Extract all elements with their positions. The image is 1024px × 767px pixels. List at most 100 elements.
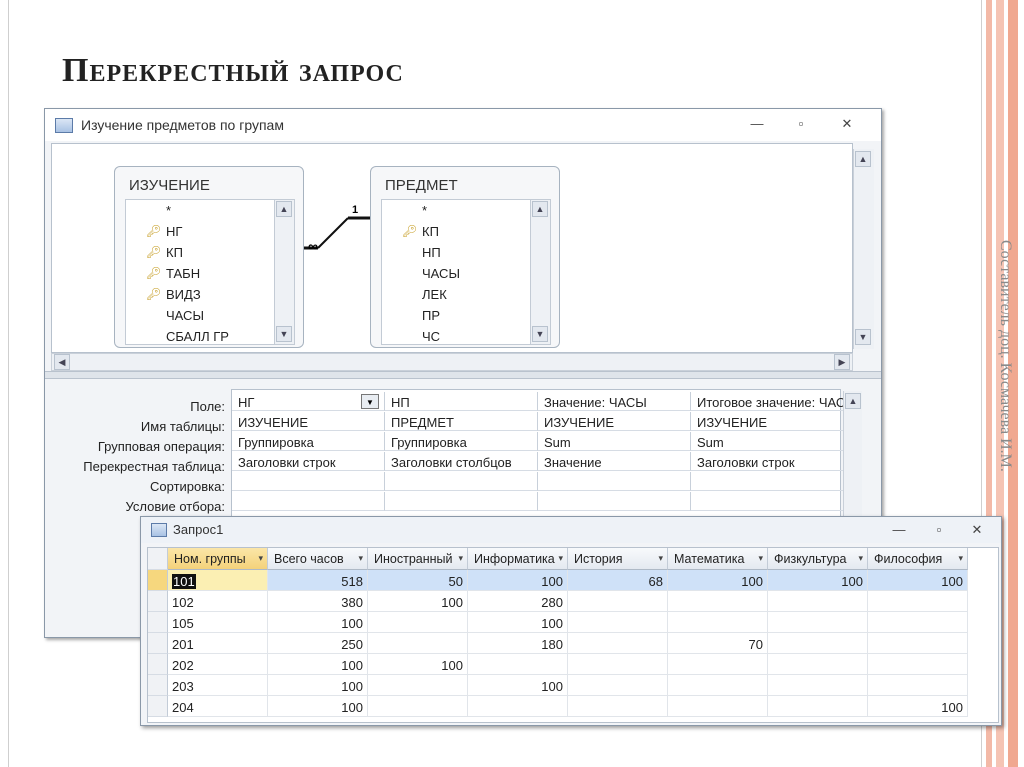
- table-cell[interactable]: [868, 633, 968, 654]
- field-item[interactable]: НП: [422, 245, 441, 260]
- column-header[interactable]: Математика ▾: [668, 548, 768, 570]
- scroll-up-icon[interactable]: ▲: [845, 393, 861, 409]
- table-cell[interactable]: 100: [468, 570, 568, 591]
- row-selector[interactable]: [148, 675, 168, 696]
- minimize-button[interactable]: —: [747, 115, 767, 133]
- grid-cell[interactable]: [691, 472, 844, 491]
- close-button[interactable]: ✕: [967, 521, 987, 539]
- table-cell[interactable]: [868, 612, 968, 633]
- table-cell[interactable]: 203: [168, 675, 268, 696]
- grid-cell[interactable]: Значение: ЧАСЫ: [538, 392, 691, 411]
- grid-cell[interactable]: Заголовки столбцов: [385, 452, 538, 471]
- grid-cell[interactable]: ПРЕДМЕТ: [385, 412, 538, 431]
- field-list-scrollbar[interactable]: ▲ ▼: [275, 199, 295, 345]
- table-cell[interactable]: 70: [668, 633, 768, 654]
- table-cell[interactable]: 50: [368, 570, 468, 591]
- table-cell[interactable]: 280: [468, 591, 568, 612]
- table-cell[interactable]: [568, 591, 668, 612]
- table-cell[interactable]: 204: [168, 696, 268, 717]
- row-selector[interactable]: [148, 633, 168, 654]
- scroll-up-icon[interactable]: ▲: [855, 151, 871, 167]
- column-filter-arrow-icon[interactable]: ▾: [358, 553, 363, 564]
- table-cell[interactable]: [668, 612, 768, 633]
- grid-cell[interactable]: Группировка: [385, 432, 538, 451]
- column-header[interactable]: Иностранный ▾: [368, 548, 468, 570]
- table-cell[interactable]: [768, 696, 868, 717]
- grid-cell[interactable]: ИЗУЧЕНИЕ: [232, 412, 385, 431]
- column-header[interactable]: История ▾: [568, 548, 668, 570]
- table-cell[interactable]: [368, 612, 468, 633]
- grid-cell[interactable]: [232, 472, 385, 491]
- select-all-corner[interactable]: [148, 548, 168, 570]
- column-filter-arrow-icon[interactable]: ▾: [658, 553, 663, 564]
- grid-cell[interactable]: ИЗУЧЕНИЕ: [691, 412, 844, 431]
- table-cell[interactable]: 100: [768, 570, 868, 591]
- table-cell[interactable]: 100: [368, 654, 468, 675]
- table-cell[interactable]: 100: [268, 696, 368, 717]
- grid-cell[interactable]: Итоговое значение: ЧАСЫ: [691, 392, 844, 411]
- column-header[interactable]: Всего часов ▾: [268, 548, 368, 570]
- scroll-up-icon[interactable]: ▲: [276, 201, 292, 217]
- grid-cell[interactable]: [691, 492, 844, 511]
- field-item[interactable]: ЛЕК: [422, 287, 447, 302]
- table-cell[interactable]: 100: [268, 675, 368, 696]
- table-cell[interactable]: 100: [268, 612, 368, 633]
- diagram-horizontal-scrollbar[interactable]: ◀ ▶: [51, 353, 853, 371]
- table-cell[interactable]: [468, 696, 568, 717]
- diagram-vertical-scrollbar[interactable]: ▲ ▼: [853, 149, 874, 349]
- table-cell[interactable]: [768, 612, 868, 633]
- field-item[interactable]: ВИДЗ: [166, 287, 201, 302]
- table-cell[interactable]: [868, 654, 968, 675]
- table-cell[interactable]: 100: [868, 696, 968, 717]
- table-cell[interactable]: 180: [468, 633, 568, 654]
- table-cell[interactable]: [568, 654, 668, 675]
- table-cell[interactable]: 105: [168, 612, 268, 633]
- table-cell[interactable]: [568, 633, 668, 654]
- table-cell[interactable]: 100: [668, 570, 768, 591]
- table-cell[interactable]: [768, 654, 868, 675]
- table-cell[interactable]: [668, 675, 768, 696]
- table-cell[interactable]: [768, 633, 868, 654]
- table-cell[interactable]: 202: [168, 654, 268, 675]
- grid-cell[interactable]: [385, 492, 538, 511]
- column-filter-arrow-icon[interactable]: ▾: [858, 553, 863, 564]
- table-cell[interactable]: 100: [368, 591, 468, 612]
- table-cell[interactable]: 101: [168, 570, 268, 591]
- table-cell[interactable]: 380: [268, 591, 368, 612]
- table-cell[interactable]: 100: [868, 570, 968, 591]
- column-filter-arrow-icon[interactable]: ▾: [458, 553, 463, 564]
- column-header[interactable]: Ном. группы ▾: [168, 548, 268, 570]
- row-selector[interactable]: [148, 654, 168, 675]
- table-cell[interactable]: 201: [168, 633, 268, 654]
- grid-cell[interactable]: Группировка: [232, 432, 385, 451]
- grid-cell[interactable]: Заголовки строк: [232, 452, 385, 471]
- table-cell[interactable]: 68: [568, 570, 668, 591]
- table-cell[interactable]: [368, 696, 468, 717]
- grid-cell[interactable]: Sum: [691, 432, 844, 451]
- field-item[interactable]: ЧС: [422, 329, 440, 344]
- table-cell[interactable]: [468, 654, 568, 675]
- grid-vertical-scrollbar[interactable]: ▲: [843, 391, 862, 517]
- table-cell[interactable]: 100: [468, 675, 568, 696]
- field-item[interactable]: ТАБН: [166, 266, 200, 281]
- table-cell[interactable]: [668, 591, 768, 612]
- table-cell[interactable]: [668, 696, 768, 717]
- field-item[interactable]: КП: [422, 224, 439, 239]
- minimize-button[interactable]: —: [889, 521, 909, 539]
- dropdown-arrow-icon[interactable]: ▼: [361, 394, 379, 409]
- column-filter-arrow-icon[interactable]: ▾: [558, 553, 563, 564]
- column-header[interactable]: Информатика ▾: [468, 548, 568, 570]
- row-selector[interactable]: [148, 696, 168, 717]
- grid-cell[interactable]: [385, 472, 538, 491]
- table-cell[interactable]: [868, 675, 968, 696]
- close-button[interactable]: ✕: [837, 115, 857, 133]
- restore-button[interactable]: ▫: [791, 115, 811, 133]
- table-cell[interactable]: [368, 633, 468, 654]
- field-item[interactable]: КП: [166, 245, 183, 260]
- field-list-scrollbar[interactable]: ▲ ▼: [531, 199, 551, 345]
- grid-cell[interactable]: Значение: [538, 452, 691, 471]
- table-cell[interactable]: 518: [268, 570, 368, 591]
- grid-cell[interactable]: Заголовки строк: [691, 452, 844, 471]
- table-cell[interactable]: 102: [168, 591, 268, 612]
- pane-splitter[interactable]: [45, 371, 881, 379]
